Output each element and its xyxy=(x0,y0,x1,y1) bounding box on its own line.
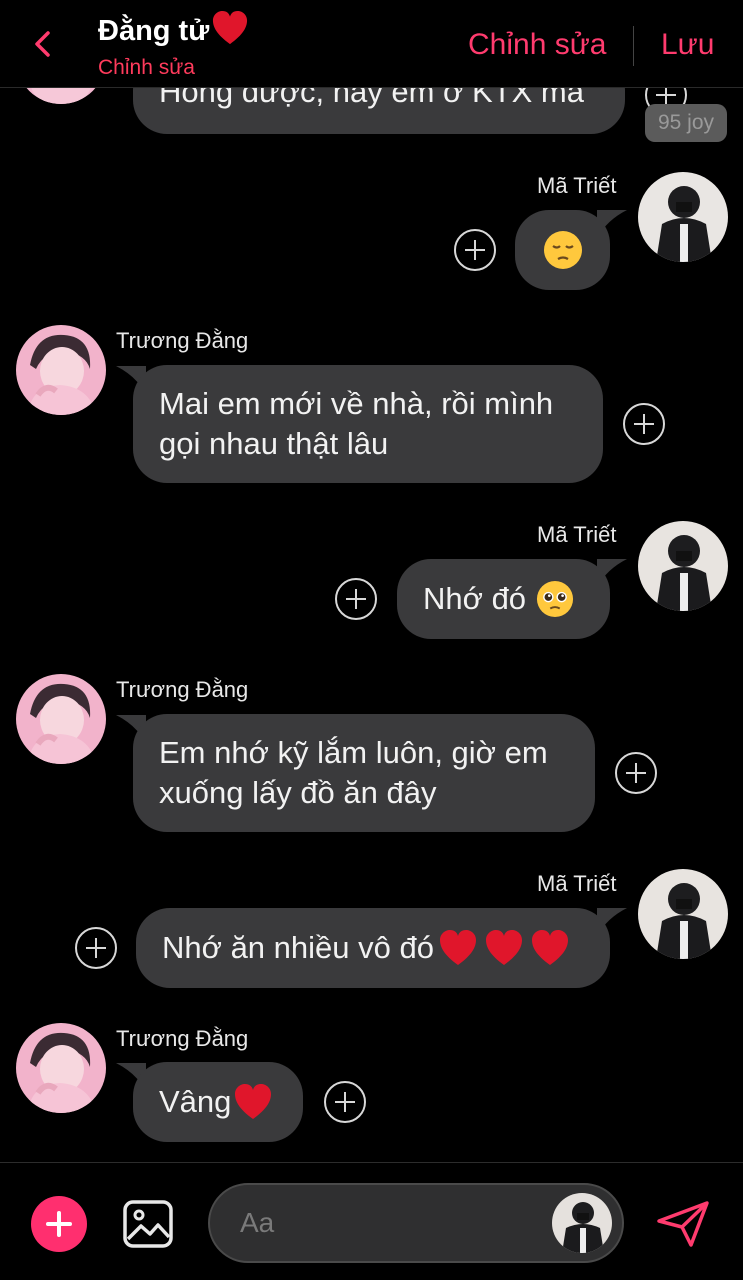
image-picker-icon[interactable] xyxy=(122,1199,174,1249)
pensive-face-emoji xyxy=(543,231,582,269)
message-text-line: Mai em mới về nhà, rồi mình xyxy=(159,386,554,421)
top-bar: Đằng tử Chỉnh sửa Chỉnh sửa Lưu xyxy=(0,0,743,88)
red-heart-emoji xyxy=(531,930,568,965)
add-reaction-button[interactable] xyxy=(623,403,665,445)
conversation-subtitle: Chỉnh sửa xyxy=(98,56,195,79)
sender-name: Mã Triết xyxy=(537,173,617,198)
conversation-title[interactable]: Đằng tử xyxy=(98,10,249,48)
avatar-ma-triet[interactable] xyxy=(638,521,728,611)
avatar-ma-triet[interactable] xyxy=(638,172,728,262)
message-text: Vâng xyxy=(159,1084,232,1119)
header-divider xyxy=(633,26,634,66)
message-input[interactable]: Aa xyxy=(208,1183,624,1263)
message-text-line: Em nhớ kỹ lắm luôn, giờ em xyxy=(159,735,548,770)
red-heart-emoji xyxy=(439,930,476,965)
add-reaction-button[interactable] xyxy=(324,1081,366,1123)
message-input-placeholder: Aa xyxy=(240,1207,275,1238)
message-bubble[interactable]: Nhớ đó xyxy=(397,559,610,639)
message-bubble[interactable]: Vâng xyxy=(133,1062,303,1142)
add-reaction-button[interactable] xyxy=(454,229,496,271)
pleading-face-emoji xyxy=(537,580,574,618)
sender-name: Trương Đằng xyxy=(116,1026,249,1051)
sender-name: Mã Triết xyxy=(537,522,617,547)
message-text-line: gọi nhau thật lâu xyxy=(159,426,389,461)
save-button[interactable]: Lưu xyxy=(661,28,714,62)
edit-button[interactable]: Chỉnh sửa xyxy=(468,28,607,62)
message-bubble[interactable]: Nhớ ăn nhiều vô đó xyxy=(136,908,610,988)
avatar-ma-triet[interactable] xyxy=(638,869,728,959)
add-reaction-button[interactable] xyxy=(615,752,657,794)
red-heart-emoji xyxy=(485,930,522,965)
message-text-line: xuống lấy đồ ăn đây xyxy=(159,775,437,810)
sender-name: Trương Đằng xyxy=(116,677,249,702)
message-bubble[interactable]: Mai em mới về nhà, rồi mình gọi nhau thậ… xyxy=(133,365,603,483)
message-text: Nhớ ăn nhiều vô đó xyxy=(162,930,434,965)
reaction-badge: 95 joy xyxy=(645,104,727,142)
avatar-truong-dang[interactable] xyxy=(16,674,106,764)
sender-name: Mã Triết xyxy=(537,871,617,896)
red-heart-emoji xyxy=(235,1084,272,1119)
add-reaction-button[interactable] xyxy=(335,578,377,620)
add-button[interactable] xyxy=(31,1196,87,1252)
red-heart-icon xyxy=(213,10,248,45)
message-bubble[interactable]: Em nhớ kỹ lắm luôn, giờ em xuống lấy đồ … xyxy=(133,714,595,832)
back-chevron-icon[interactable] xyxy=(28,28,60,60)
add-reaction-button[interactable] xyxy=(75,927,117,969)
composer-bar: Aa xyxy=(0,1162,743,1280)
persona-avatar[interactable] xyxy=(552,1193,612,1253)
avatar-truong-dang[interactable] xyxy=(16,325,106,415)
send-icon[interactable] xyxy=(655,1199,711,1249)
message-text: Nhớ đó xyxy=(423,581,527,616)
message-bubble[interactable] xyxy=(515,210,610,290)
sender-name: Trương Đằng xyxy=(116,328,249,353)
conversation-title-text: Đằng tử xyxy=(98,15,210,47)
chat-area[interactable]: Hong được, nay em ở KTX mà 95 joy Mã Tri… xyxy=(0,0,743,1162)
avatar-truong-dang[interactable] xyxy=(16,1023,106,1113)
